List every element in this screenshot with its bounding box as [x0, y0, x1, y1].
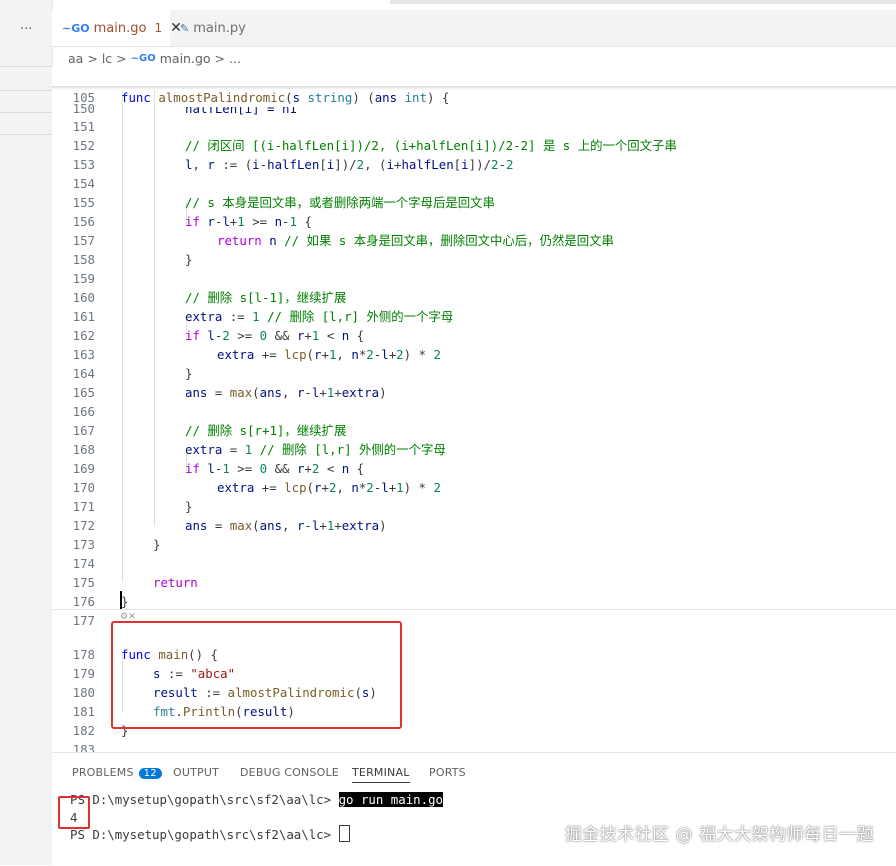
- code-line: 170 extra += lcp(r+2, n*2-l+1) * 2: [72, 480, 441, 495]
- problem-count-badge: 1: [154, 21, 163, 35]
- code-line: 172 ans = max(ans, r-l+1+extra): [72, 518, 387, 533]
- code-line: 156 if r-l+1 >= n-1 {: [72, 214, 312, 229]
- terminal-line[interactable]: PS D:\mysetup\gopath\src\sf2\aa\lc> go r…: [70, 791, 444, 809]
- code-line: 161 extra := 1 // 删除 [l,r] 外侧的一个字母: [72, 309, 454, 324]
- code-line: 174: [72, 556, 95, 571]
- tab-main-py[interactable]: ✎ main.py: [170, 10, 290, 46]
- code-line: 153 l, r := (i-halfLen[i])/2, (i+halfLen[…: [72, 157, 514, 172]
- chevron-right-icon: >: [214, 50, 226, 66]
- watermark: 掘金技术社区 @ 福大大架构师每日一题: [564, 825, 874, 845]
- tab-label: main.py: [193, 20, 246, 36]
- terminal-cursor: [338, 825, 350, 842]
- code-line: 162 if l-2 >= 0 && r+1 < n {: [72, 328, 365, 343]
- tab-output[interactable]: OUTPUT: [173, 766, 219, 779]
- tab-main-go[interactable]: ~GO main.go 1 ✕: [52, 10, 182, 46]
- tab-debug-console[interactable]: DEBUG CONSOLE: [240, 766, 339, 779]
- tab-label: main.go: [93, 20, 147, 36]
- bottom-panel: PROBLEMS 12 OUTPUT DEBUG CONSOLE TERMINAL…: [52, 752, 896, 866]
- breadcrumb-item-file[interactable]: main.go: [160, 51, 211, 66]
- code-line: 176}: [72, 594, 129, 609]
- code-line: 165 ans = max(ans, r-l+1+extra): [72, 385, 387, 400]
- chevron-right-icon: >: [87, 50, 98, 66]
- code-line: 167// 删除 s[r+1]，继续扩展: [72, 423, 347, 438]
- tab-ports[interactable]: PORTS: [429, 766, 466, 779]
- code-line: 157 return n // 如果 s 本身是回文串，删除回文中心后，仍然是回文…: [72, 233, 614, 248]
- code-line: 173}: [72, 537, 161, 552]
- sticky-shadow: [52, 86, 896, 90]
- terminal-line[interactable]: PS D:\mysetup\gopath\src\sf2\aa\lc>: [70, 825, 350, 844]
- editor-divider: [52, 609, 896, 610]
- code-line: 155// s 本身是回文串，或者删除两端一个字母后是回文串: [72, 195, 495, 210]
- breadcrumb: aa > lc > ~GO main.go > ...: [68, 50, 241, 66]
- code-line: 166: [72, 404, 95, 419]
- breadcrumb-item-symbol[interactable]: ...: [229, 51, 241, 66]
- code-line: 171}: [72, 499, 193, 514]
- code-line: 158}: [72, 252, 193, 267]
- more-actions-icon[interactable]: ···: [20, 22, 32, 37]
- code-line: 160// 删除 s[l-1]，继续扩展: [72, 290, 347, 305]
- code-line: 154: [72, 176, 95, 191]
- code-line: 169 if l-1 >= 0 && r+2 < n {: [72, 461, 365, 476]
- title-strip: [0, 0, 896, 6]
- activity-bar: ···: [0, 0, 53, 865]
- python-icon: ✎: [180, 21, 190, 35]
- code-line: 152// 闭区间 [(i-halfLen[i])/2, (i+halfLen[…: [72, 138, 677, 153]
- code-line: 159: [72, 271, 95, 286]
- chevron-right-icon: >: [116, 50, 127, 66]
- breadcrumb-item-aa[interactable]: aa: [68, 51, 83, 66]
- go-icon: ~GO: [130, 52, 156, 64]
- tab-problems[interactable]: PROBLEMS 12: [72, 766, 162, 779]
- code-line: 164}: [72, 366, 193, 381]
- code-line: 163 extra += lcp(r+1, n*2-l+2) * 2: [72, 347, 441, 362]
- text-cursor: [120, 591, 122, 609]
- code-line: 168 extra = 1 // 删除 [l,r] 外侧的一个字母: [72, 442, 446, 457]
- go-icon: ~GO: [62, 21, 90, 35]
- problems-count-badge: 12: [138, 768, 162, 779]
- annotation-highlight-main: [111, 621, 402, 729]
- tab-terminal[interactable]: TERMINAL: [352, 766, 410, 783]
- editor-tabs: ~GO main.go 1 ✕ ✎ main.py: [52, 10, 896, 47]
- code-line: 175 return: [72, 575, 198, 590]
- annotation-highlight-output: [58, 796, 90, 829]
- breadcrumb-item-lc[interactable]: lc: [102, 51, 112, 66]
